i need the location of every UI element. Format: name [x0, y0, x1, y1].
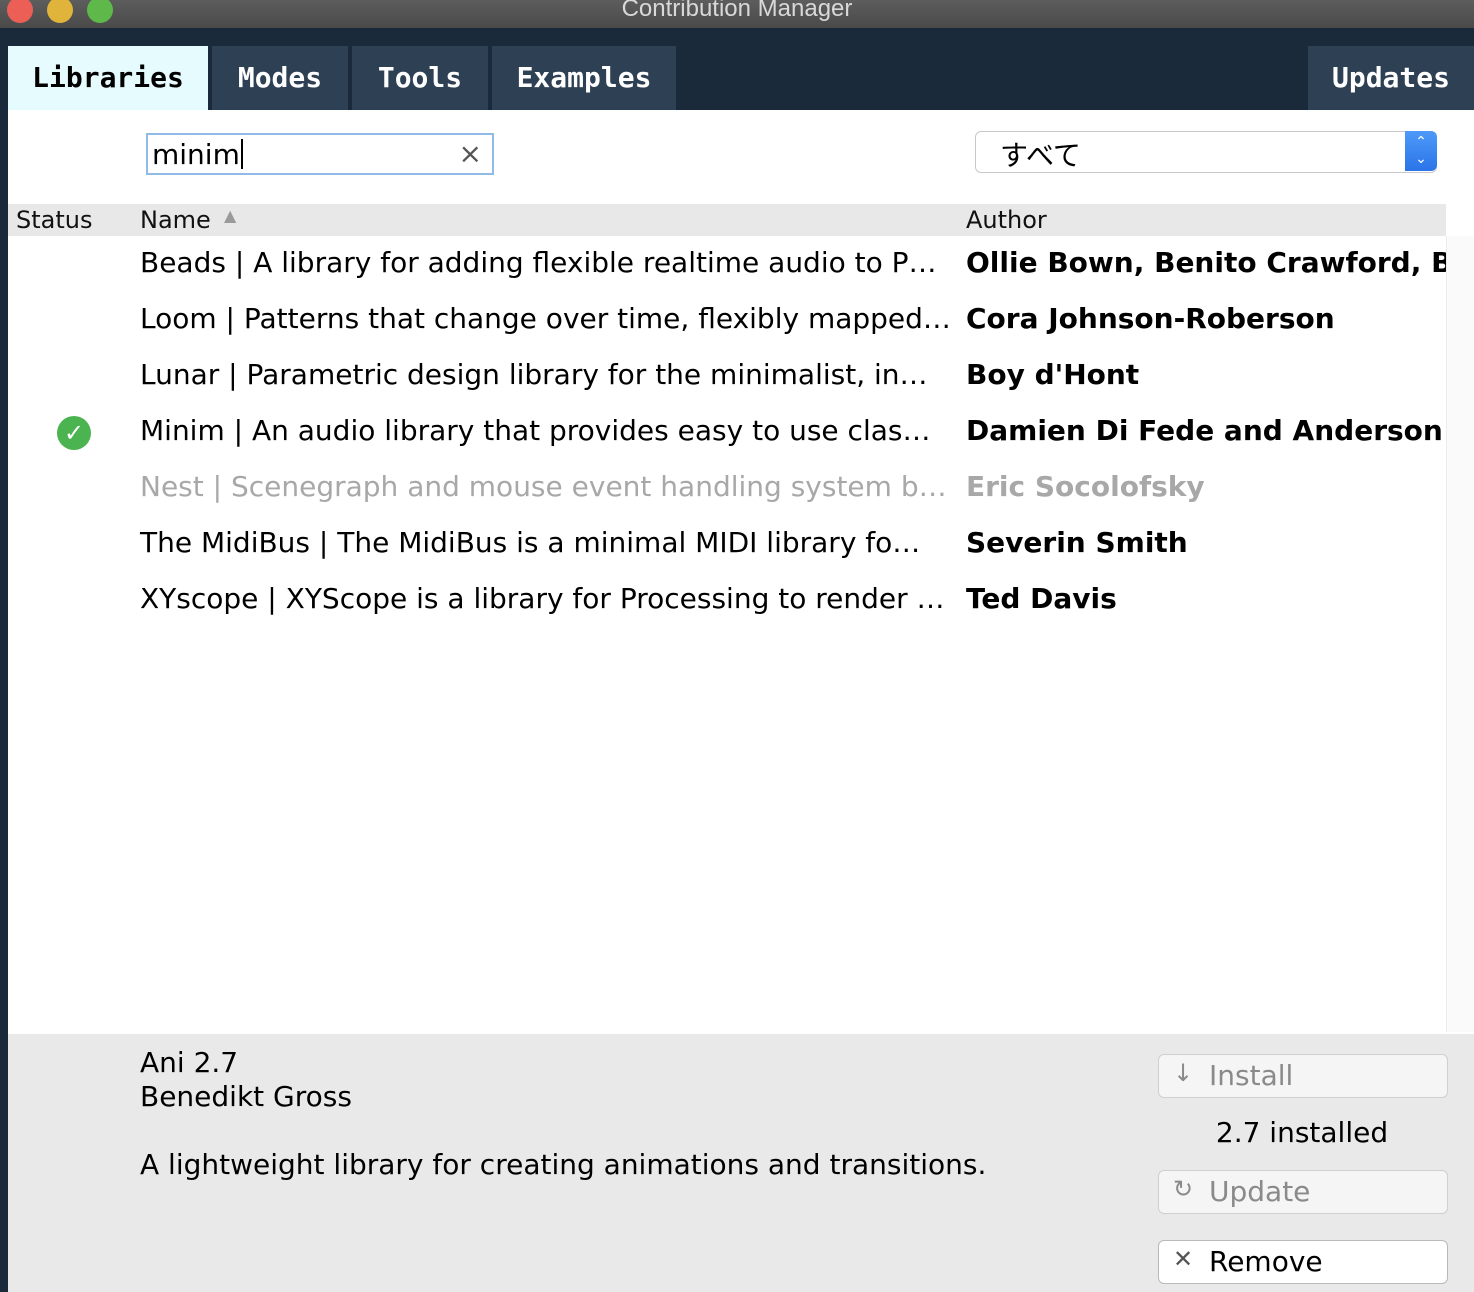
- library-name: XYscope | XYScope is a library for Proce…: [140, 582, 945, 615]
- detail-description: A lightweight library for creating anima…: [140, 1148, 987, 1181]
- table-row[interactable]: Loom | Patterns that change over time, f…: [8, 292, 1446, 348]
- tab-examples[interactable]: Examples: [492, 46, 676, 110]
- library-author: Cora Johnson-Roberson: [966, 302, 1335, 335]
- update-button-label: Update: [1209, 1175, 1311, 1208]
- window-title: Contribution Manager: [621, 0, 853, 22]
- library-name: Nest | Scenegraph and mouse event handli…: [140, 470, 947, 503]
- library-name: Lunar | Parametric design library for th…: [140, 358, 928, 391]
- column-header-status[interactable]: Status: [16, 206, 92, 234]
- table-header: Status Name ▲ Author: [8, 204, 1446, 236]
- library-author: Severin Smith: [966, 526, 1188, 559]
- library-author: Ted Davis: [966, 582, 1117, 615]
- tab-tools[interactable]: Tools: [352, 46, 488, 110]
- title-bar: Contribution Manager: [0, 0, 1474, 28]
- library-name: The MidiBus | The MidiBus is a minimal M…: [140, 526, 921, 559]
- table-row[interactable]: XYscope | XYScope is a library for Proce…: [8, 572, 1446, 628]
- detail-author: Benedikt Gross: [140, 1080, 352, 1113]
- search-input-value: minim: [152, 138, 240, 171]
- table-row[interactable]: The MidiBus | The MidiBus is a minimal M…: [8, 516, 1446, 572]
- installed-check-icon: ✓: [57, 416, 91, 450]
- up-down-chevron-icon: ⌃ ⌄: [1405, 131, 1437, 171]
- library-author: Eric Socolofsky: [966, 470, 1205, 503]
- tab-modes[interactable]: Modes: [212, 46, 348, 110]
- install-button[interactable]: ↓ Install: [1158, 1054, 1448, 1098]
- library-name: Beads | A library for adding flexible re…: [140, 246, 937, 279]
- list-scrollbar[interactable]: [1446, 236, 1474, 1032]
- library-name: Minim | An audio library that provides e…: [140, 414, 931, 447]
- search-input[interactable]: minim ×: [146, 133, 494, 175]
- library-author: Boy d'Hont: [966, 358, 1140, 391]
- table-row[interactable]: Lunar | Parametric design library for th…: [8, 348, 1446, 404]
- text-caret: [240, 139, 243, 169]
- detail-panel: Ani 2.7 Benedikt Gross A lightweight lib…: [8, 1034, 1474, 1292]
- clear-search-icon[interactable]: ×: [459, 137, 482, 170]
- category-select-value: すべて: [1000, 139, 1081, 172]
- installed-version: 2.7 installed: [1215, 1116, 1389, 1149]
- table-row[interactable]: ✓ Minim | An audio library that provides…: [8, 404, 1474, 460]
- tab-libraries[interactable]: Libraries: [8, 46, 208, 110]
- detail-title: Ani 2.7: [140, 1046, 239, 1079]
- refresh-icon: ↻: [1173, 1175, 1194, 1203]
- library-author: Ollie Bown, Benito Crawford, Be…: [966, 246, 1474, 279]
- sort-ascending-icon: ▲: [224, 206, 237, 225]
- library-author: Damien Di Fede and Anderson …: [966, 414, 1474, 447]
- download-arrow-icon: ↓: [1173, 1059, 1194, 1087]
- column-header-author[interactable]: Author: [966, 206, 1047, 234]
- library-name: Loom | Patterns that change over time, f…: [140, 302, 951, 335]
- libraries-panel: minim × すべて ⌃ ⌄ Status Name ▲ Author Bead…: [8, 110, 1474, 1292]
- table-row[interactable]: Nest | Scenegraph and mouse event handli…: [8, 460, 1446, 516]
- close-icon: ✕: [1173, 1245, 1194, 1273]
- remove-button-label: Remove: [1209, 1245, 1323, 1278]
- category-select[interactable]: すべて ⌃ ⌄: [975, 131, 1437, 173]
- remove-button[interactable]: ✕ Remove: [1158, 1240, 1448, 1284]
- install-button-label: Install: [1209, 1059, 1294, 1092]
- update-button[interactable]: ↻ Update: [1158, 1170, 1448, 1214]
- table-row[interactable]: Beads | A library for adding flexible re…: [8, 236, 1474, 292]
- tab-updates[interactable]: Updates: [1308, 46, 1474, 110]
- tab-bar: Libraries Modes Tools Examples Updates: [0, 28, 1474, 110]
- column-header-name[interactable]: Name: [140, 206, 211, 234]
